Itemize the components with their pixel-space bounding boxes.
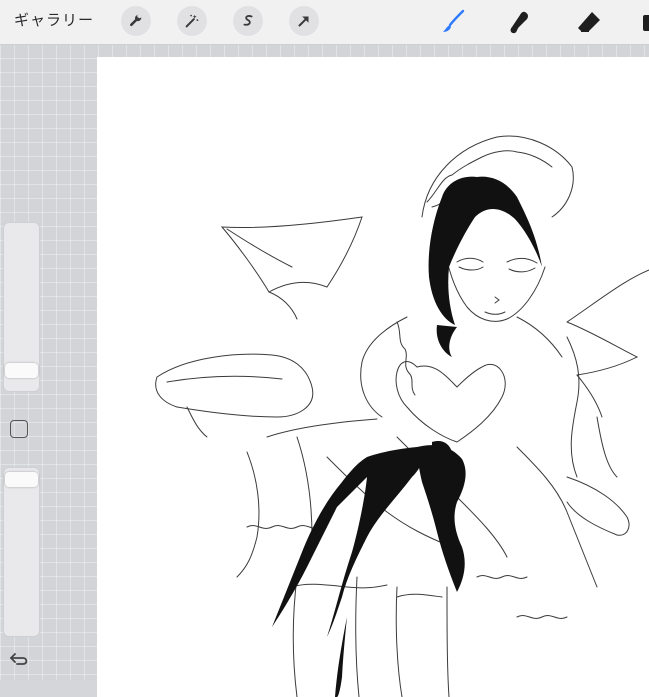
wrench-icon[interactable] [121,6,151,36]
magic-wand-icon[interactable] [177,6,207,36]
drawing-canvas[interactable] [97,57,649,697]
transform-arrow-icon[interactable] [289,6,319,36]
opacity-thumb[interactable] [5,472,38,487]
left-sidebar [0,220,41,680]
brush-icon[interactable] [437,6,469,38]
eraser-icon[interactable] [573,6,605,38]
square-modifier-icon[interactable] [10,420,28,438]
smudge-icon[interactable] [503,6,535,38]
sketch-illustration [155,135,649,697]
brush-size-thumb[interactable] [5,363,38,378]
opacity-slider[interactable] [3,467,40,637]
brush-size-slider[interactable] [3,222,40,392]
selection-s-icon[interactable] [233,6,263,36]
gallery-button[interactable]: ギャラリー [14,9,94,30]
layers-icon[interactable] [635,6,649,38]
undo-icon[interactable] [9,650,31,668]
top-toolbar: ギャラリー [0,0,649,45]
